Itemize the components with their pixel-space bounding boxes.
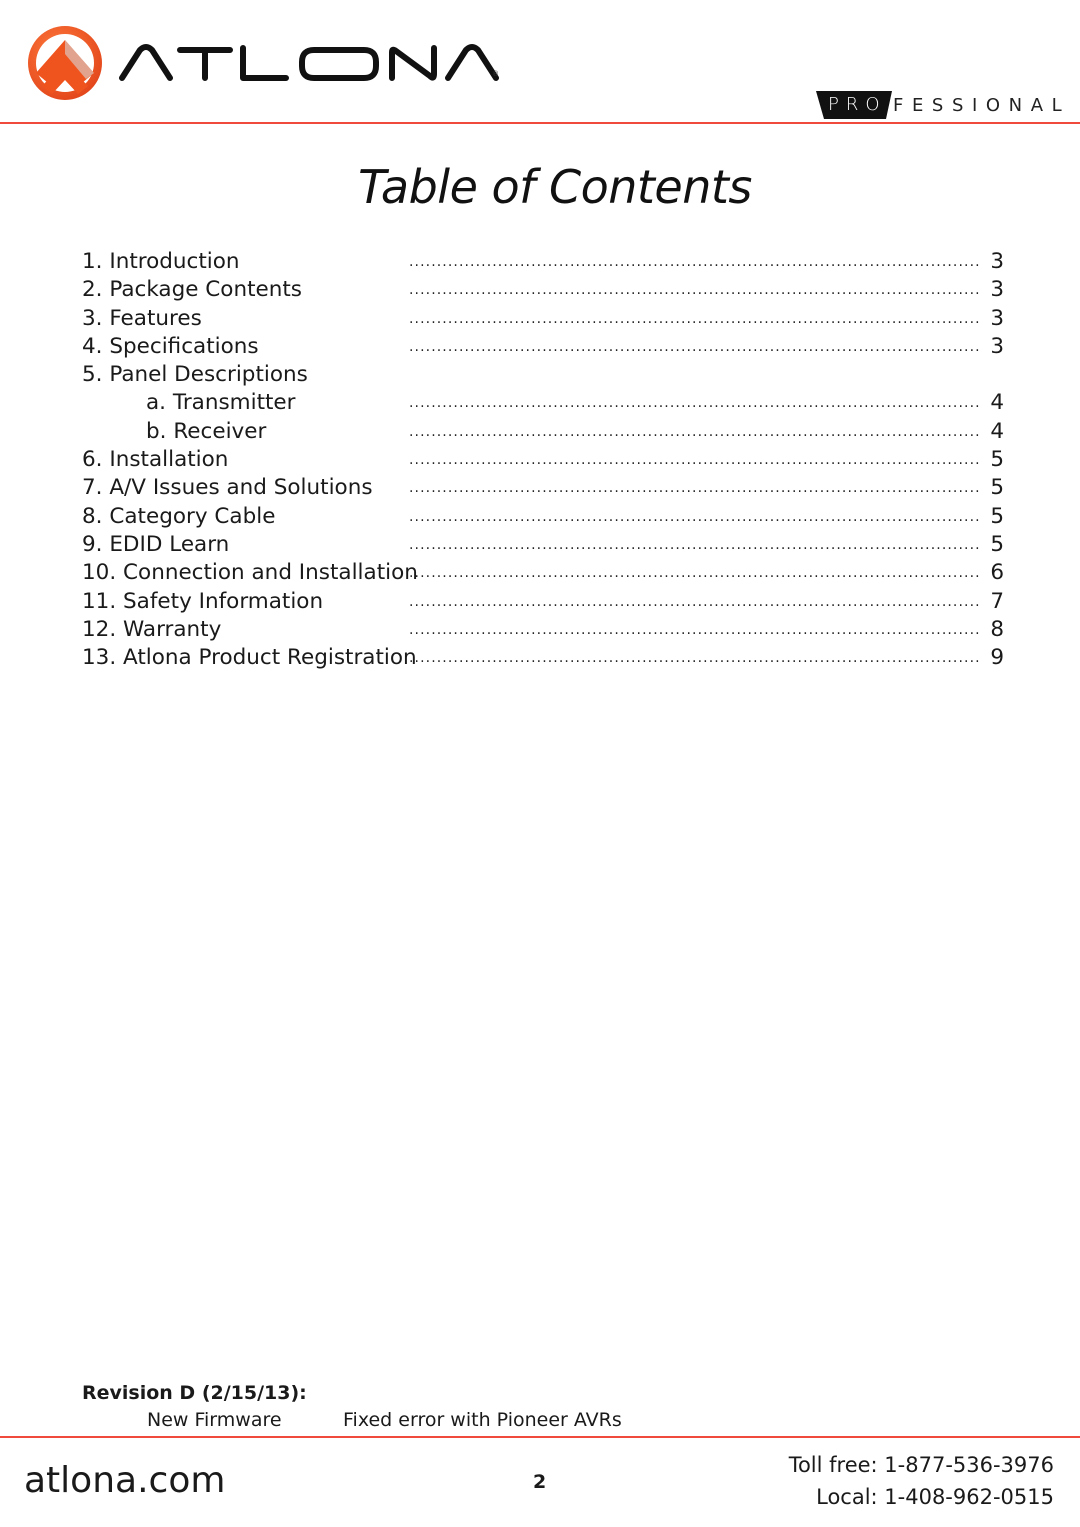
toc-entry-page: 5 — [990, 447, 1004, 473]
header-divider — [0, 122, 1080, 124]
toc-entry[interactable]: 8. Category Cable.......................… — [82, 503, 1006, 531]
toc-entry[interactable]: 10. Connection and Installation.........… — [82, 559, 1006, 587]
toc-entry-page: 5 — [990, 503, 1004, 529]
toc-entry[interactable]: 7. A/V Issues and Solutions.............… — [82, 474, 1006, 502]
toc-entry-label: 6. Installation — [82, 447, 229, 473]
toc-entry-label: 13. Atlona Product Registration — [82, 645, 417, 671]
toc-entry[interactable]: 5. Panel Descriptions — [82, 361, 1006, 389]
toc-entry[interactable]: 9. EDID Learn...........................… — [82, 531, 1006, 559]
toc-entry[interactable]: a. Transmitter..........................… — [82, 389, 1006, 417]
revision-description: Fixed error with Pioneer AVRs — [343, 1409, 622, 1431]
toc-dot-leader: ........................................… — [409, 452, 982, 469]
atlona-logo-icon — [26, 24, 104, 102]
registered-mark: ® — [492, 70, 499, 78]
toc-dot-leader: ........................................… — [409, 254, 982, 270]
toc-dot-leader: ........................................… — [409, 536, 982, 553]
toc-entry[interactable]: 12. Warranty............................… — [82, 616, 1006, 644]
toc-entry-label: 7. A/V Issues and Solutions — [82, 475, 373, 501]
page-number: 2 — [533, 1471, 547, 1493]
toc-dot-leader: ........................................… — [409, 423, 982, 440]
toc-dot-leader: ........................................… — [409, 338, 982, 355]
toc-entry[interactable]: 1. Introduction.........................… — [82, 248, 1006, 276]
toc-entry-label: 5. Panel Descriptions — [82, 362, 308, 388]
toc-entry-page: 4 — [990, 390, 1004, 416]
toc-dot-leader: ........................................… — [409, 282, 982, 299]
toc-dot-leader: ........................................… — [409, 310, 982, 327]
toc-dot-leader: ........................................… — [409, 650, 982, 667]
toc-entry[interactable]: 13. Atlona Product Registration.........… — [82, 644, 1006, 672]
local-phone: Local: 1-408-962-0515 — [816, 1485, 1054, 1509]
toc-entry-page: 7 — [990, 588, 1004, 614]
toc-entry-page: 4 — [990, 418, 1004, 444]
atlona-wordmark — [118, 44, 503, 82]
toc-entry-label: 9. EDID Learn — [82, 531, 230, 557]
professional-badge: PRO FESSIONAL — [816, 91, 1070, 119]
toc-entry-label: 10. Connection and Installation — [82, 560, 418, 586]
toc-entry[interactable]: 3. Features.............................… — [82, 305, 1006, 333]
toc-entry-label: 2. Package Contents — [82, 277, 303, 303]
toc-dot-leader: ........................................… — [409, 508, 982, 525]
revision-item: New Firmware — [147, 1409, 282, 1431]
toc-entry-page: 9 — [990, 645, 1004, 671]
toc-entry-page: 3 — [990, 277, 1004, 303]
toc-entry-page: 5 — [990, 531, 1004, 557]
toc-entry-page: 3 — [990, 249, 1004, 274]
toc-dot-leader: ........................................… — [409, 480, 982, 497]
toc-dot-leader: ........................................… — [409, 395, 982, 412]
toc-entry-label: 12. Warranty — [82, 616, 222, 642]
toc-entry-label: 4. Specifications — [82, 333, 259, 359]
toc-entry-page: 3 — [990, 333, 1004, 359]
table-of-contents: 1. Introduction.........................… — [82, 248, 1006, 672]
toll-free-phone: Toll free: 1-877-536-3976 — [788, 1453, 1054, 1477]
toc-entry[interactable]: 4. Specifications.......................… — [82, 333, 1006, 361]
toc-dot-leader: ........................................… — [409, 593, 982, 610]
toc-dot-leader: ........................................… — [409, 621, 982, 638]
toc-entry-page: 5 — [990, 475, 1004, 501]
footer-divider — [0, 1436, 1080, 1438]
toc-entry[interactable]: 11. Safety Information..................… — [82, 588, 1006, 616]
toc-entry-label: 8. Category Cable — [82, 503, 276, 529]
toc-entry-page: 8 — [990, 616, 1004, 642]
toc-dot-leader: ........................................… — [409, 565, 982, 582]
toc-entry-label: 3. Features — [82, 305, 202, 331]
toc-entry[interactable]: 6. Installation.........................… — [82, 446, 1006, 474]
page-title: Table of Contents — [358, 160, 752, 214]
revision-title: Revision D (2/15/13): — [82, 1382, 307, 1404]
toc-entry-label: a. Transmitter — [146, 390, 296, 416]
toc-entry-label: b. Receiver — [146, 418, 267, 444]
toc-entry-label: 11. Safety Information — [82, 588, 324, 614]
toc-entry[interactable]: b. Receiver.............................… — [82, 418, 1006, 446]
toc-entry-page: 3 — [990, 305, 1004, 331]
toc-entry-label: 1. Introduction — [82, 249, 240, 274]
badge-rest: FESSIONAL — [893, 95, 1071, 116]
website-link[interactable]: atlona.com — [24, 1460, 225, 1501]
toc-entry[interactable]: 2. Package Contents.....................… — [82, 276, 1006, 304]
toc-entry-page: 6 — [990, 560, 1004, 586]
badge-highlight: PRO — [828, 94, 887, 115]
